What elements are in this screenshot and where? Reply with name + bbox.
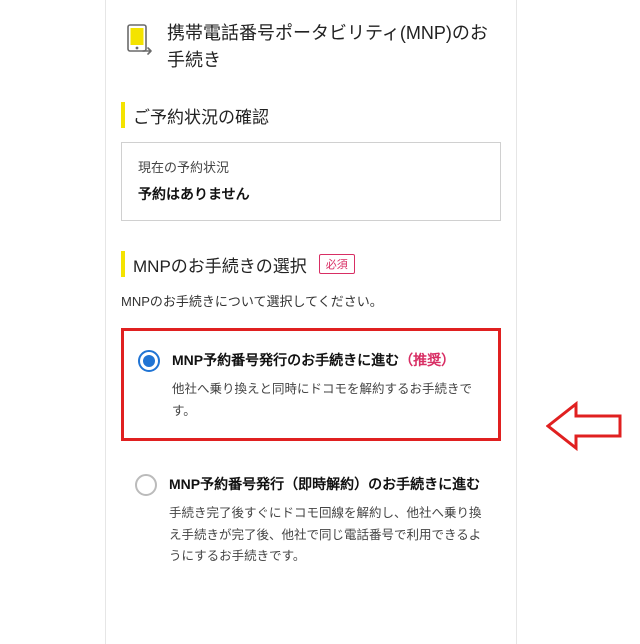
selection-description: MNPのお手続きについて選択してください。 [121, 291, 501, 310]
status-section-label: ご予約状況の確認 [133, 103, 269, 128]
option-body: MNP予約番号発行のお手続きに進む（推奨） 他社へ乗り換えと同時にドコモを解約す… [172, 349, 484, 422]
selection-section-label: MNPのお手続きの選択 [133, 252, 307, 277]
reservation-status-box: 現在の予約状況 予約はありません [121, 142, 501, 221]
recommended-label: （推奨） [399, 352, 455, 368]
status-section-title: ご予約状況の確認 [121, 102, 501, 128]
option-1-title-text: MNP予約番号発行のお手続きに進む [172, 352, 399, 368]
page-title: 携帯電話番号ポータビリティ(MNP)のお手続き [167, 20, 501, 74]
radio-option-2[interactable] [135, 474, 157, 496]
annotation-arrow-left-icon [546, 396, 636, 456]
option-2-desc: 手続き完了後すぐにドコモ回線を解約し、他社へ乗り換え手続きが完了後、他社で同じ電… [169, 503, 487, 567]
option-issue-reservation-number[interactable]: MNP予約番号発行のお手続きに進む（推奨） 他社へ乗り換えと同時にドコモを解約す… [121, 328, 501, 441]
option-immediate-cancellation[interactable]: MNP予約番号発行（即時解約）のお手続きに進む 手続き完了後すぐにドコモ回線を解… [121, 455, 501, 583]
status-value: 予約はありません [138, 184, 484, 204]
status-label: 現在の予約状況 [138, 157, 484, 176]
selection-section-title: MNPのお手続きの選択 必須 [121, 251, 501, 277]
required-badge: 必須 [319, 254, 355, 274]
page-header: 携帯電話番号ポータビリティ(MNP)のお手続き [121, 20, 501, 74]
phone-transfer-icon [121, 22, 155, 56]
option-1-desc: 他社へ乗り換えと同時にドコモを解約するお手続きです。 [172, 379, 484, 422]
radio-option-1[interactable] [138, 350, 160, 372]
option-2-title: MNP予約番号発行（即時解約）のお手続きに進む [169, 473, 487, 495]
option-body: MNP予約番号発行（即時解約）のお手続きに進む 手続き完了後すぐにドコモ回線を解… [169, 473, 487, 567]
mnp-procedure-card: 携帯電話番号ポータビリティ(MNP)のお手続き ご予約状況の確認 現在の予約状況… [105, 0, 517, 644]
section-accent-bar [121, 102, 125, 128]
option-1-title: MNP予約番号発行のお手続きに進む（推奨） [172, 349, 484, 371]
section-accent-bar [121, 251, 125, 277]
